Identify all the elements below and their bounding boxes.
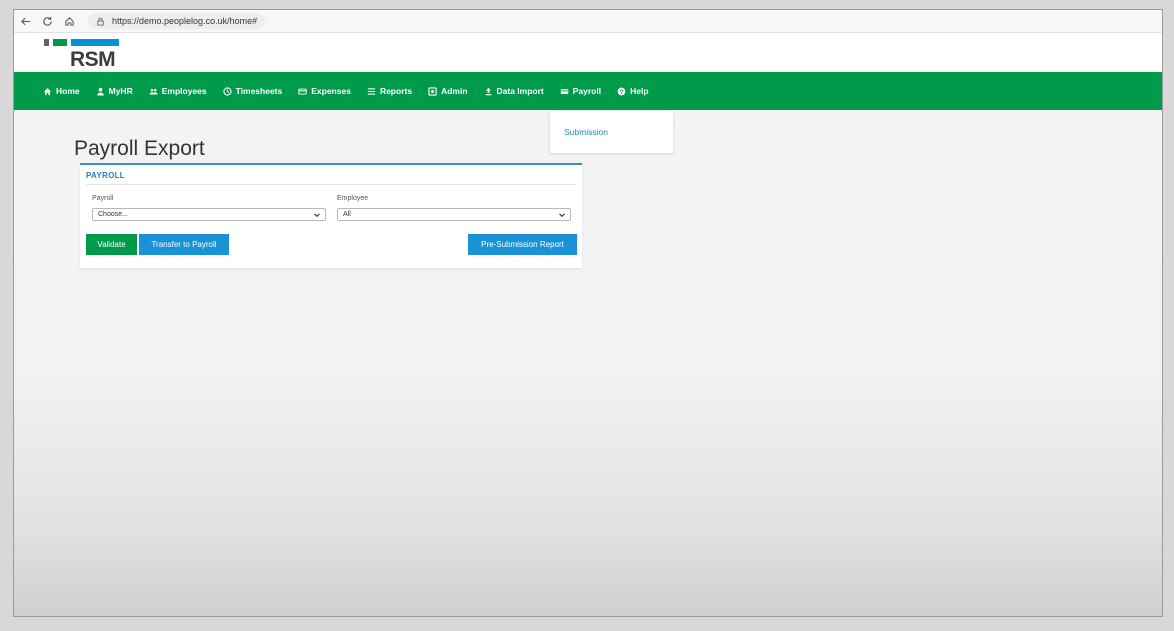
payroll-dropdown-menu: Submission <box>550 111 673 153</box>
nav-item-payroll[interactable]: Payroll <box>560 86 601 96</box>
nav-item-timesheets[interactable]: Timesheets <box>222 86 283 96</box>
nav-label: Payroll <box>572 86 602 96</box>
people-icon <box>149 88 158 94</box>
nav-label: Admin <box>441 86 468 96</box>
logo-text: RSM <box>70 48 116 71</box>
payroll-icon <box>560 88 568 94</box>
browser-window: https://demo.peoplelog.co.uk/home# RSM H… <box>13 9 1163 617</box>
nav-label: Data Import <box>496 86 544 96</box>
validate-button[interactable]: Validate <box>86 234 137 255</box>
nav-label: Timesheets <box>235 86 283 96</box>
rsm-logo[interactable]: RSM <box>43 39 123 71</box>
clock-icon <box>222 86 232 96</box>
svg-text:?: ? <box>620 88 624 95</box>
nav-label: Expenses <box>311 86 351 96</box>
home-outline-icon <box>64 16 74 26</box>
site-header: RSM <box>14 33 1162 71</box>
reload-icon <box>42 16 52 26</box>
nav-item-home[interactable]: Home <box>43 86 80 96</box>
nav-label: MyHR <box>108 86 133 96</box>
nav-item-reports[interactable]: Reports <box>367 86 412 96</box>
card-divider <box>86 184 576 185</box>
back-button[interactable] <box>14 10 36 32</box>
help-icon: ? <box>617 87 626 95</box>
page-title: Payroll Export <box>74 137 205 161</box>
logo-bar-grey <box>44 39 49 46</box>
nav-item-myhr[interactable]: MyHR <box>96 86 133 96</box>
admin-icon <box>428 86 437 96</box>
payroll-select-value: Choose... <box>98 211 128 218</box>
logo-bar-green <box>53 39 67 46</box>
person-icon <box>96 87 104 96</box>
nav-item-help[interactable]: ? Help <box>617 86 649 96</box>
payroll-select[interactable]: Choose... <box>92 208 326 221</box>
card-title: PAYROLL <box>86 171 125 180</box>
upload-icon <box>485 87 491 95</box>
chevron-down-icon <box>314 213 320 218</box>
url-text: https://demo.peoplelog.co.uk/home# <box>112 16 258 26</box>
nav-item-employees[interactable]: Employees <box>149 86 207 96</box>
logo-bar-blue <box>71 39 119 46</box>
card-icon <box>298 88 307 94</box>
nav-item-admin[interactable]: Admin <box>428 86 468 96</box>
transfer-to-payroll-button[interactable]: Transfer to Payroll <box>139 234 229 255</box>
nav-label: Employees <box>161 86 207 96</box>
home-browser-button[interactable] <box>58 10 80 32</box>
pre-submission-report-button[interactable]: Pre-Submission Report <box>468 234 577 255</box>
address-bar: https://demo.peoplelog.co.uk/home# <box>14 10 1162 33</box>
nav-label: Help <box>630 86 649 96</box>
url-field[interactable]: https://demo.peoplelog.co.uk/home# <box>88 13 266 29</box>
nav-label: Reports <box>379 86 413 96</box>
payroll-label: Payroll <box>92 195 114 202</box>
dropdown-item-submission[interactable]: Submission <box>564 127 608 137</box>
employee-select[interactable]: All <box>337 208 571 221</box>
nav-item-expenses[interactable]: Expenses <box>298 86 351 96</box>
payroll-card: PAYROLL Payroll Choose... Employee All V… <box>80 163 582 268</box>
lock-icon <box>97 17 104 26</box>
employee-label: Employee <box>337 195 369 202</box>
nav-label: Home <box>56 86 80 96</box>
back-arrow-icon <box>20 17 30 25</box>
main-navbar: Home MyHR Employees Timesheets Expenses … <box>14 72 1162 110</box>
employee-select-value: All <box>343 211 351 218</box>
nav-item-data-import[interactable]: Data Import <box>484 86 544 96</box>
chevron-down-icon <box>559 213 565 218</box>
home-icon <box>43 87 52 95</box>
list-icon <box>367 87 376 95</box>
reload-button[interactable] <box>36 10 58 32</box>
